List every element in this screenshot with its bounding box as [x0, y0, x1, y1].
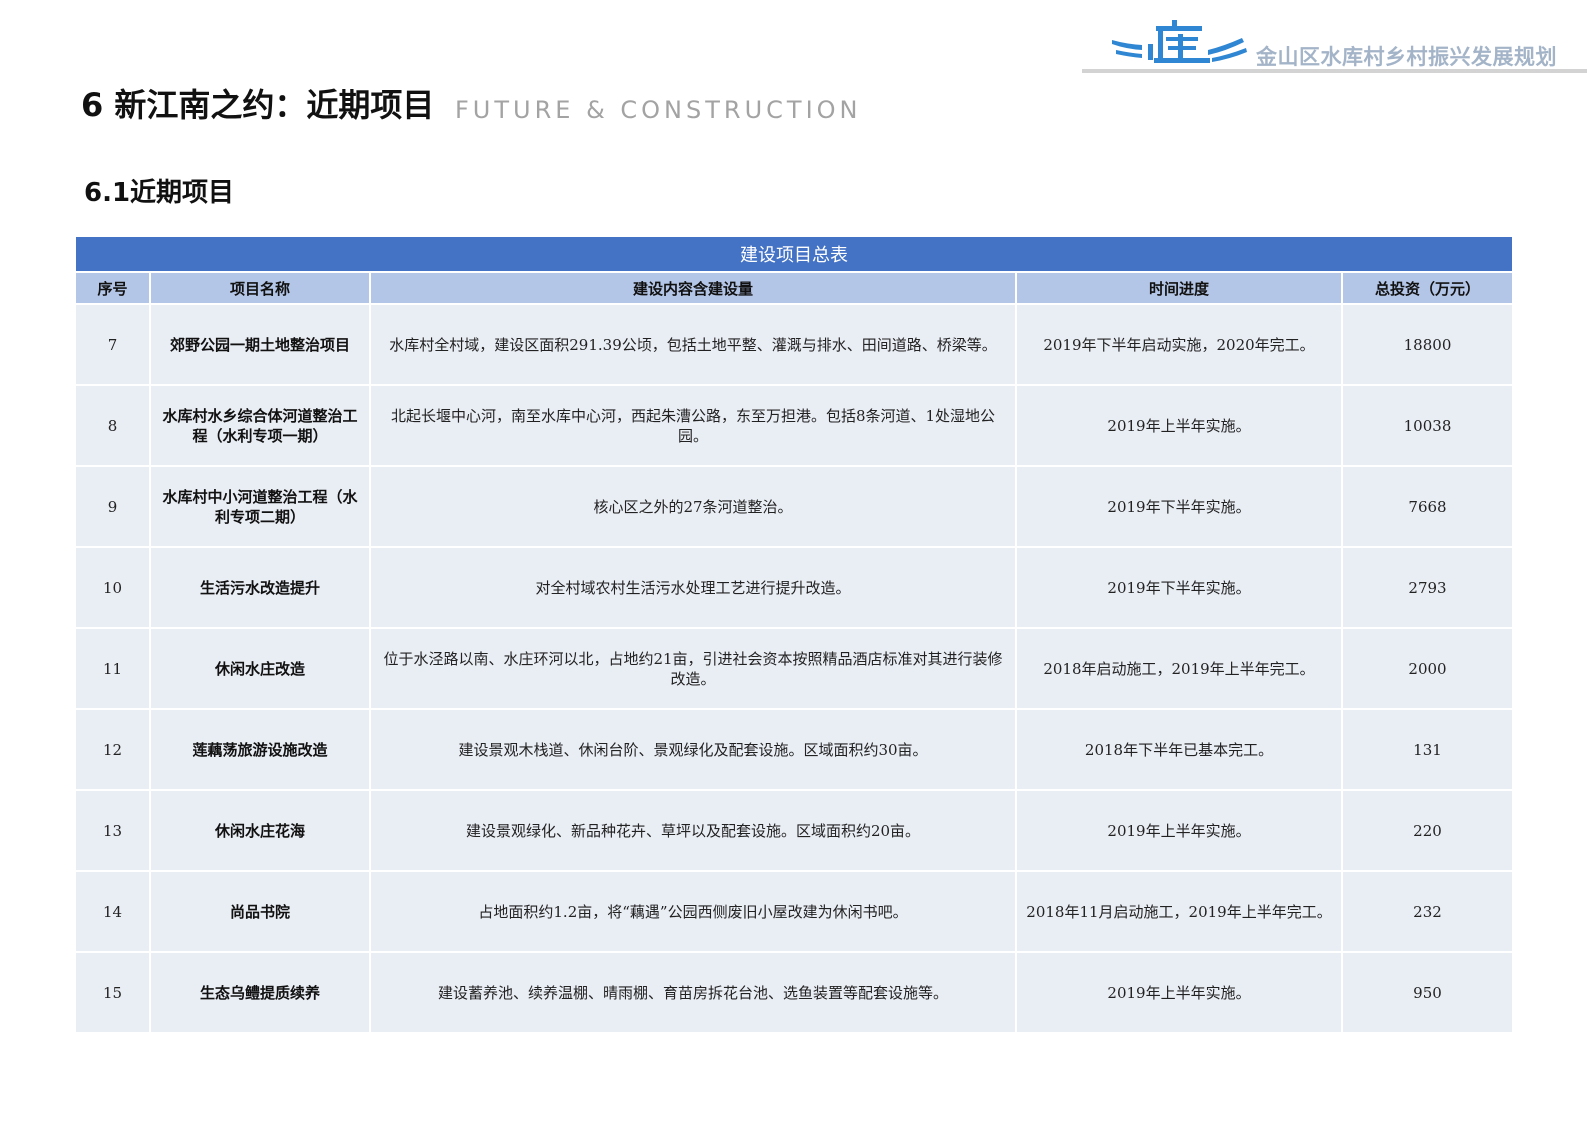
table-row: 13 休闲水庄花海 建设景观绿化、新品种花卉、草坪以及配套设施。区域面积约20亩… [76, 790, 1512, 872]
cell-schedule: 2018年11月启动施工，2019年上半年完工。 [1016, 871, 1343, 953]
cell-schedule: 2018年下半年已基本完工。 [1016, 709, 1343, 791]
cell-project-name: 水库村水乡综合体河道整治工程（水利专项一期） [150, 385, 371, 467]
cell-investment: 7668 [1342, 466, 1512, 548]
cell-no: 13 [76, 790, 151, 872]
column-header-schedule: 时间进度 [1016, 272, 1343, 305]
page-subtitle: FUTURE & CONSTRUCTION [455, 96, 862, 124]
cell-schedule: 2019年上半年实施。 [1016, 385, 1343, 467]
cell-project-name: 休闲水庄改造 [150, 628, 371, 710]
cell-no: 15 [76, 952, 151, 1034]
table-row: 15 生态乌鳢提质续养 建设蓄养池、续养温棚、晴雨棚、育苗房拆花台池、选鱼装置等… [76, 952, 1512, 1034]
cell-no: 7 [76, 304, 151, 386]
cell-project-name: 休闲水庄花海 [150, 790, 371, 872]
table-title-row: 建设项目总表 [76, 237, 1512, 273]
column-header-investment: 总投资（万元） [1342, 272, 1512, 305]
cell-no: 9 [76, 466, 151, 548]
cell-investment: 220 [1342, 790, 1512, 872]
project-summary-table: 建设项目总表 序号 项目名称 建设内容含建设量 时间进度 总投资（万元） 7 郊… [76, 237, 1512, 1034]
cell-investment: 2000 [1342, 628, 1512, 710]
table-title: 建设项目总表 [76, 237, 1512, 273]
cell-investment: 2793 [1342, 547, 1512, 629]
shuiku-village-logo-icon [1112, 20, 1247, 63]
table-row: 12 莲藕荡旅游设施改造 建设景观木栈道、休闲台阶、景观绿化及配套设施。区域面积… [76, 709, 1512, 791]
cell-content: 占地面积约1.2亩，将“藕遇”公园西侧废旧小屋改建为休闲书吧。 [370, 871, 1017, 953]
cell-content: 水库村全村域，建设区面积291.39公顷，包括土地平整、灌溉与排水、田间道路、桥… [370, 304, 1017, 386]
cell-content: 对全村域农村生活污水处理工艺进行提升改造。 [370, 547, 1017, 629]
cell-project-name: 郊野公园一期土地整治项目 [150, 304, 371, 386]
cell-no: 14 [76, 871, 151, 953]
cell-investment: 18800 [1342, 304, 1512, 386]
cell-project-name: 生态乌鳢提质续养 [150, 952, 371, 1034]
cell-investment: 131 [1342, 709, 1512, 791]
cell-content: 位于水泾路以南、水庄环河以北，占地约21亩，引进社会资本按照精品酒店标准对其进行… [370, 628, 1017, 710]
cell-schedule: 2019年上半年实施。 [1016, 790, 1343, 872]
column-header-no: 序号 [76, 272, 151, 305]
cell-project-name: 生活污水改造提升 [150, 547, 371, 629]
section-title: 6.1近期项目 [84, 178, 235, 208]
cell-schedule: 2019年下半年启动实施，2020年完工。 [1016, 304, 1343, 386]
cell-no: 11 [76, 628, 151, 710]
header-divider [1082, 69, 1587, 73]
cell-content: 建设景观木栈道、休闲台阶、景观绿化及配套设施。区域面积约30亩。 [370, 709, 1017, 791]
table-row: 11 休闲水庄改造 位于水泾路以南、水庄环河以北，占地约21亩，引进社会资本按照… [76, 628, 1512, 710]
cell-content: 核心区之外的27条河道整治。 [370, 466, 1017, 548]
cell-project-name: 尚品书院 [150, 871, 371, 953]
cell-investment: 950 [1342, 952, 1512, 1034]
table-row: 14 尚品书院 占地面积约1.2亩，将“藕遇”公园西侧废旧小屋改建为休闲书吧。 … [76, 871, 1512, 953]
cell-schedule: 2019年上半年实施。 [1016, 952, 1343, 1034]
cell-content: 北起长堰中心河，南至水库中心河，西起朱漕公路，东至万担港。包括8条河道、1处湿地… [370, 385, 1017, 467]
cell-project-name: 水库村中小河道整治工程（水利专项二期） [150, 466, 371, 548]
column-header-content: 建设内容含建设量 [370, 272, 1017, 305]
page-title: 6 新江南之约：近期项目 [81, 86, 435, 124]
cell-content: 建设蓄养池、续养温棚、晴雨棚、育苗房拆花台池、选鱼装置等配套设施等。 [370, 952, 1017, 1034]
cell-schedule: 2018年启动施工，2019年上半年完工。 [1016, 628, 1343, 710]
table-row: 7 郊野公园一期土地整治项目 水库村全村域，建设区面积291.39公顷，包括土地… [76, 304, 1512, 386]
table-header-row: 序号 项目名称 建设内容含建设量 时间进度 总投资（万元） [76, 272, 1512, 305]
column-header-name: 项目名称 [150, 272, 371, 305]
brand-title: 金山区水库村乡村振兴发展规划 [1256, 45, 1557, 69]
cell-investment: 232 [1342, 871, 1512, 953]
cell-no: 8 [76, 385, 151, 467]
cell-no: 12 [76, 709, 151, 791]
table-row: 10 生活污水改造提升 对全村域农村生活污水处理工艺进行提升改造。 2019年下… [76, 547, 1512, 629]
cell-no: 10 [76, 547, 151, 629]
cell-project-name: 莲藕荡旅游设施改造 [150, 709, 371, 791]
cell-content: 建设景观绿化、新品种花卉、草坪以及配套设施。区域面积约20亩。 [370, 790, 1017, 872]
table-row: 9 水库村中小河道整治工程（水利专项二期） 核心区之外的27条河道整治。 201… [76, 466, 1512, 548]
cell-investment: 10038 [1342, 385, 1512, 467]
table-row: 8 水库村水乡综合体河道整治工程（水利专项一期） 北起长堰中心河，南至水库中心河… [76, 385, 1512, 467]
cell-schedule: 2019年下半年实施。 [1016, 547, 1343, 629]
cell-schedule: 2019年下半年实施。 [1016, 466, 1343, 548]
